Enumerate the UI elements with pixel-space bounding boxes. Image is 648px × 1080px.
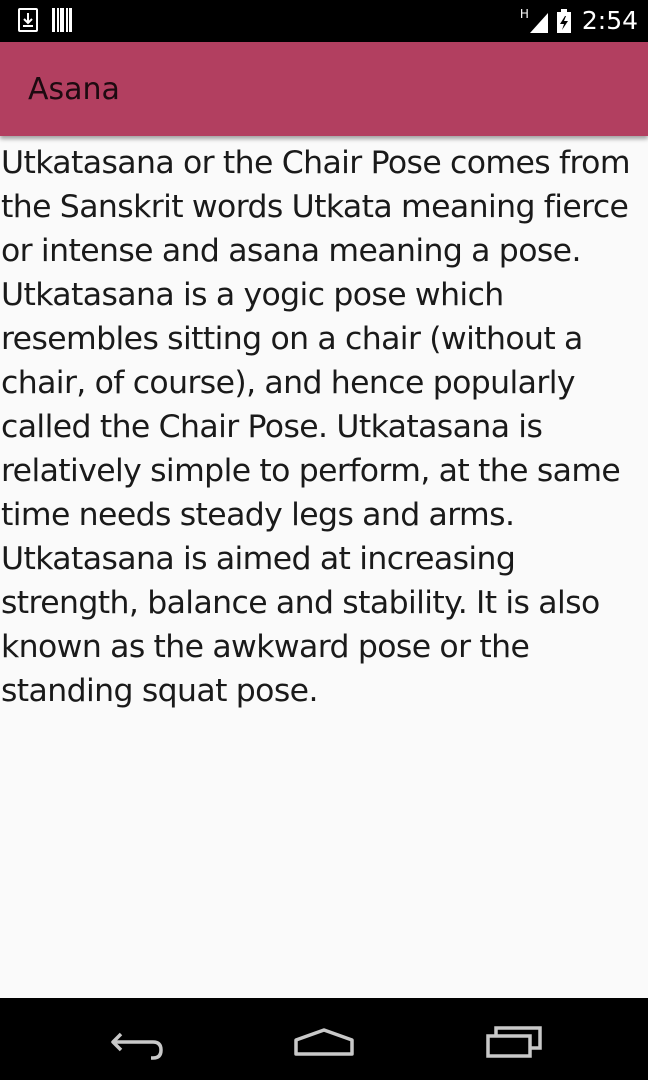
- asana-description: Utkatasana or the Chair Pose comes from …: [1, 145, 631, 709]
- barcode-icon: [52, 8, 72, 32]
- content-area[interactable]: Utkatasana or the Chair Pose comes from …: [0, 141, 648, 997]
- battery-charging-icon: [556, 8, 572, 34]
- home-button[interactable]: [284, 1012, 364, 1068]
- clock-time: 2:54: [581, 6, 638, 35]
- recents-button[interactable]: [474, 1012, 554, 1068]
- notification-icons: [18, 8, 72, 32]
- back-button[interactable]: [95, 1012, 175, 1068]
- home-icon: [294, 1028, 354, 1056]
- back-icon: [111, 1032, 163, 1060]
- recents-icon: [486, 1026, 542, 1058]
- signal-icon: H: [520, 8, 550, 34]
- app-bar: Asana: [0, 42, 648, 136]
- system-status-icons: H 2:54: [520, 0, 638, 42]
- app-title: Asana: [28, 72, 120, 107]
- navigation-bar: [0, 998, 648, 1080]
- download-icon: [18, 8, 38, 32]
- status-bar: H 2:54: [0, 0, 648, 42]
